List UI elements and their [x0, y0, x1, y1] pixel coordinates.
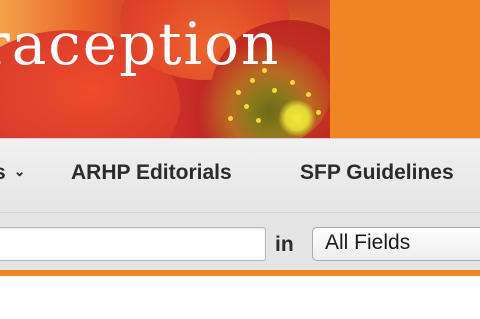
nav-item-label: s — [0, 161, 6, 184]
main-nav: s⌄ ARHP Editorials SFP Guidelines — [0, 138, 480, 212]
nav-item-arhp-editorials[interactable]: ARHP Editorials — [71, 161, 232, 185]
nav-item-dropdown[interactable]: s⌄ — [0, 161, 25, 185]
search-input[interactable] — [0, 227, 266, 261]
chevron-down-icon: ⌄ — [13, 163, 26, 179]
journal-title: raception — [0, 10, 281, 78]
search-field-select[interactable]: All Fields — [312, 227, 480, 261]
search-in-label: in — [275, 233, 294, 256]
journal-banner[interactable]: raception — [0, 0, 480, 138]
page: raception s⌄ ARHP Editorials SFP Guideli… — [0, 0, 480, 319]
orange-divider — [0, 270, 480, 276]
flower-stamen — [278, 100, 316, 136]
search-bar: in All Fields — [0, 212, 480, 270]
nav-item-sfp-guidelines[interactable]: SFP Guidelines — [300, 161, 454, 185]
